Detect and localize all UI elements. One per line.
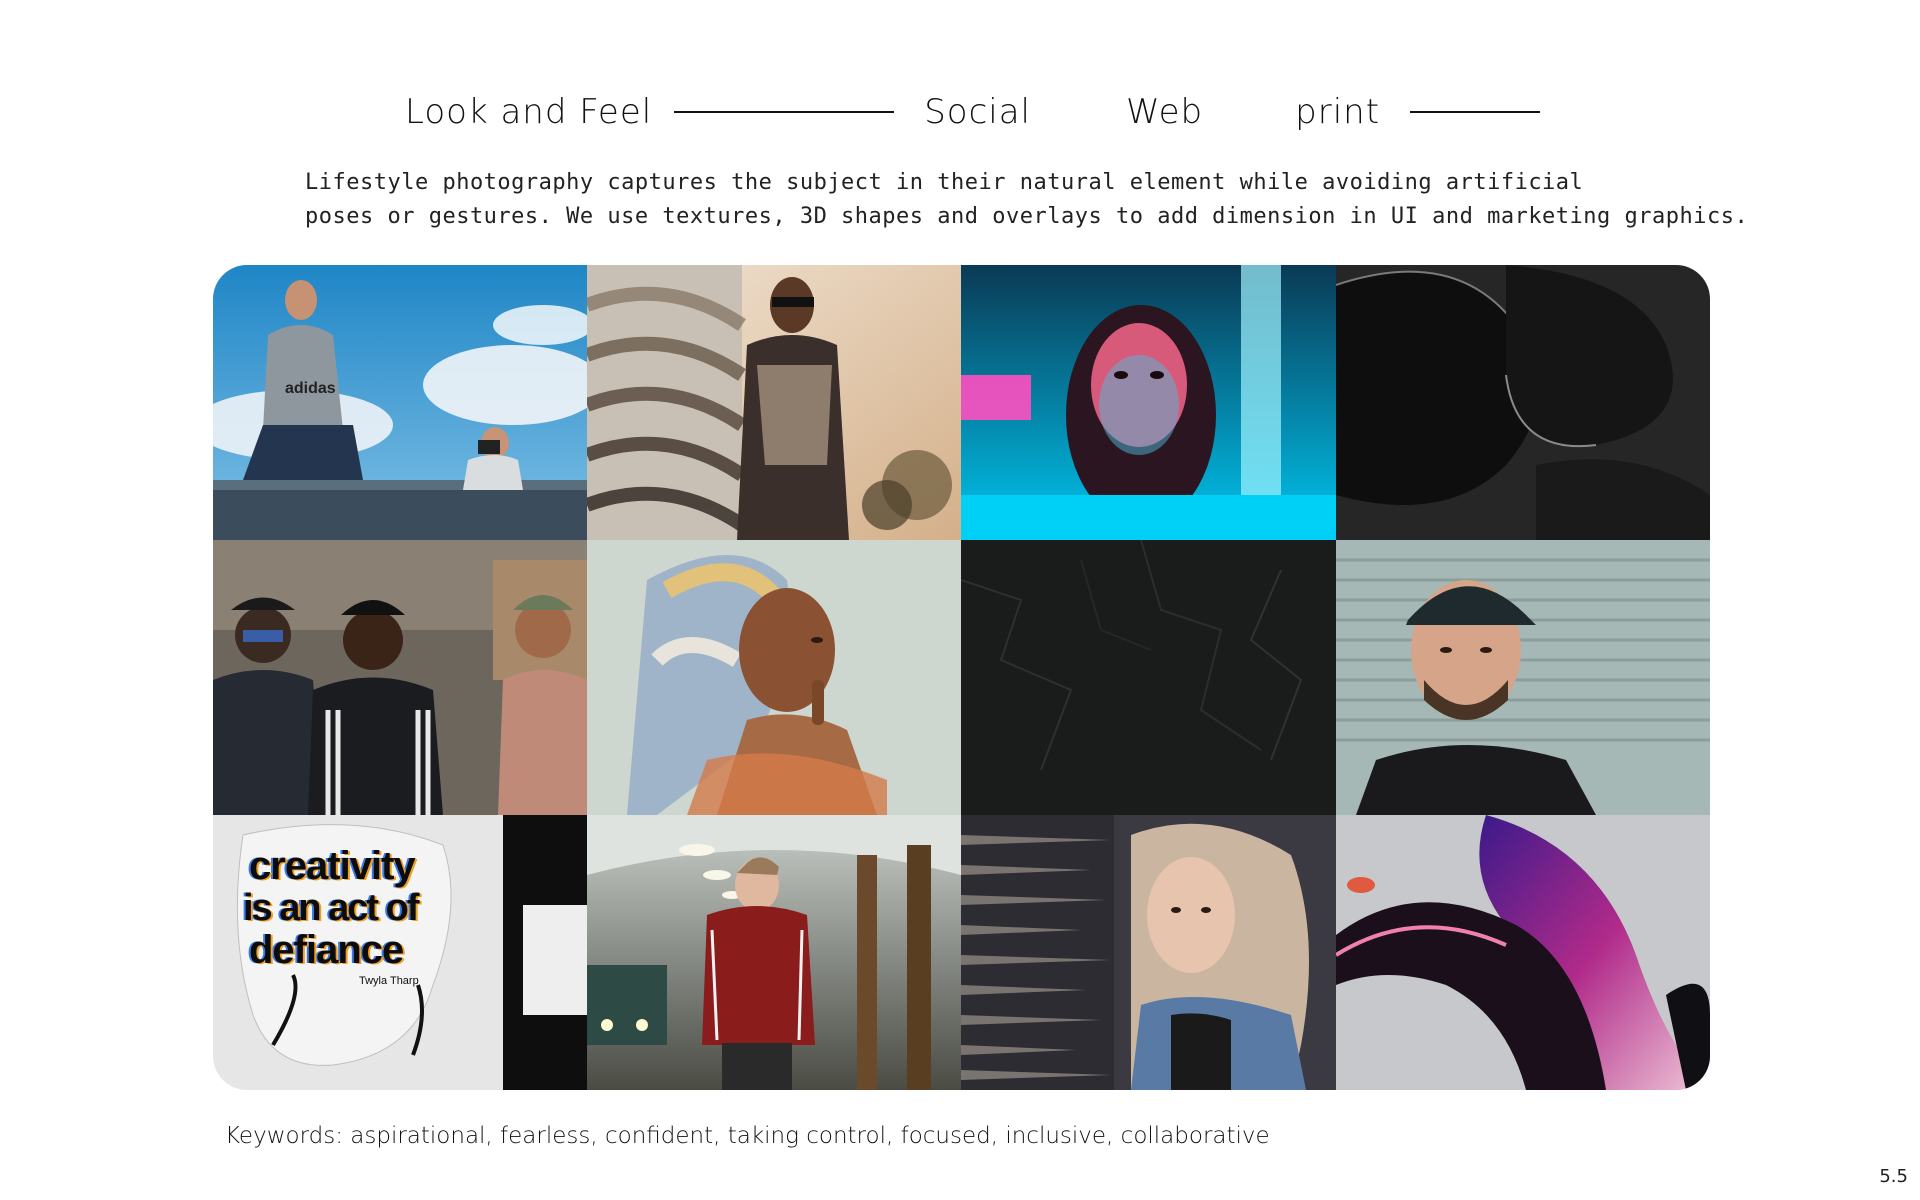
section-nav: Look and Feel Social Web print (405, 88, 1541, 136)
texture-black-crumpled-paper[interactable] (961, 540, 1336, 815)
nav-item-print[interactable]: print (1295, 92, 1380, 132)
shirt-logo-text: adidas (285, 380, 336, 397)
photo-woman-neon-light[interactable] (961, 265, 1336, 540)
description-line-1: Lifestyle photography captures the subje… (305, 170, 1584, 195)
description-line-2: poses or gestures. We use textures, 3D s… (305, 204, 1749, 229)
poster-headline: creativity is an act of defiance Twyla T… (243, 844, 509, 989)
poster-line-act-of: is an act of (243, 887, 420, 929)
poster-credit: Twyla Tharp (359, 975, 419, 987)
photo-man-cap-portrait[interactable] (1336, 540, 1710, 815)
description-text: Lifestyle photography captures the subje… (305, 166, 1749, 234)
keywords-text: Keywords: aspirational, fearless, confid… (225, 1123, 1270, 1149)
page-number: 5.5 (1879, 1166, 1908, 1187)
photo-friends-laughing-street[interactable] (213, 540, 587, 815)
photo-boys-on-bridge-sky[interactable]: adidas (213, 265, 587, 540)
nav-item-social[interactable]: Social (924, 92, 1031, 132)
texture-black-3d-blobs[interactable] (1336, 265, 1710, 540)
texture-pink-3d-shape[interactable] (1336, 815, 1710, 1090)
nav-item-web[interactable]: Web (1126, 92, 1203, 132)
photo-woman-glitch-portrait[interactable] (961, 815, 1336, 1090)
photo-man-sunglasses-texture[interactable] (587, 265, 961, 540)
photo-teen-subway-station[interactable] (587, 815, 961, 1090)
nav-item-look-and-feel[interactable]: Look and Feel (405, 92, 652, 132)
nav-trailing-line (1410, 111, 1541, 113)
photo-grid: adidas creativity is an act of defiance … (213, 265, 1710, 1090)
poster-line-creativity: creativity (249, 844, 416, 888)
poster-creativity-defiance[interactable]: creativity is an act of defiance Twyla T… (213, 815, 587, 1090)
nav-divider-line (674, 111, 895, 113)
photo-woman-headscarf[interactable] (587, 540, 961, 815)
poster-line-defiance: defiance (249, 928, 404, 972)
